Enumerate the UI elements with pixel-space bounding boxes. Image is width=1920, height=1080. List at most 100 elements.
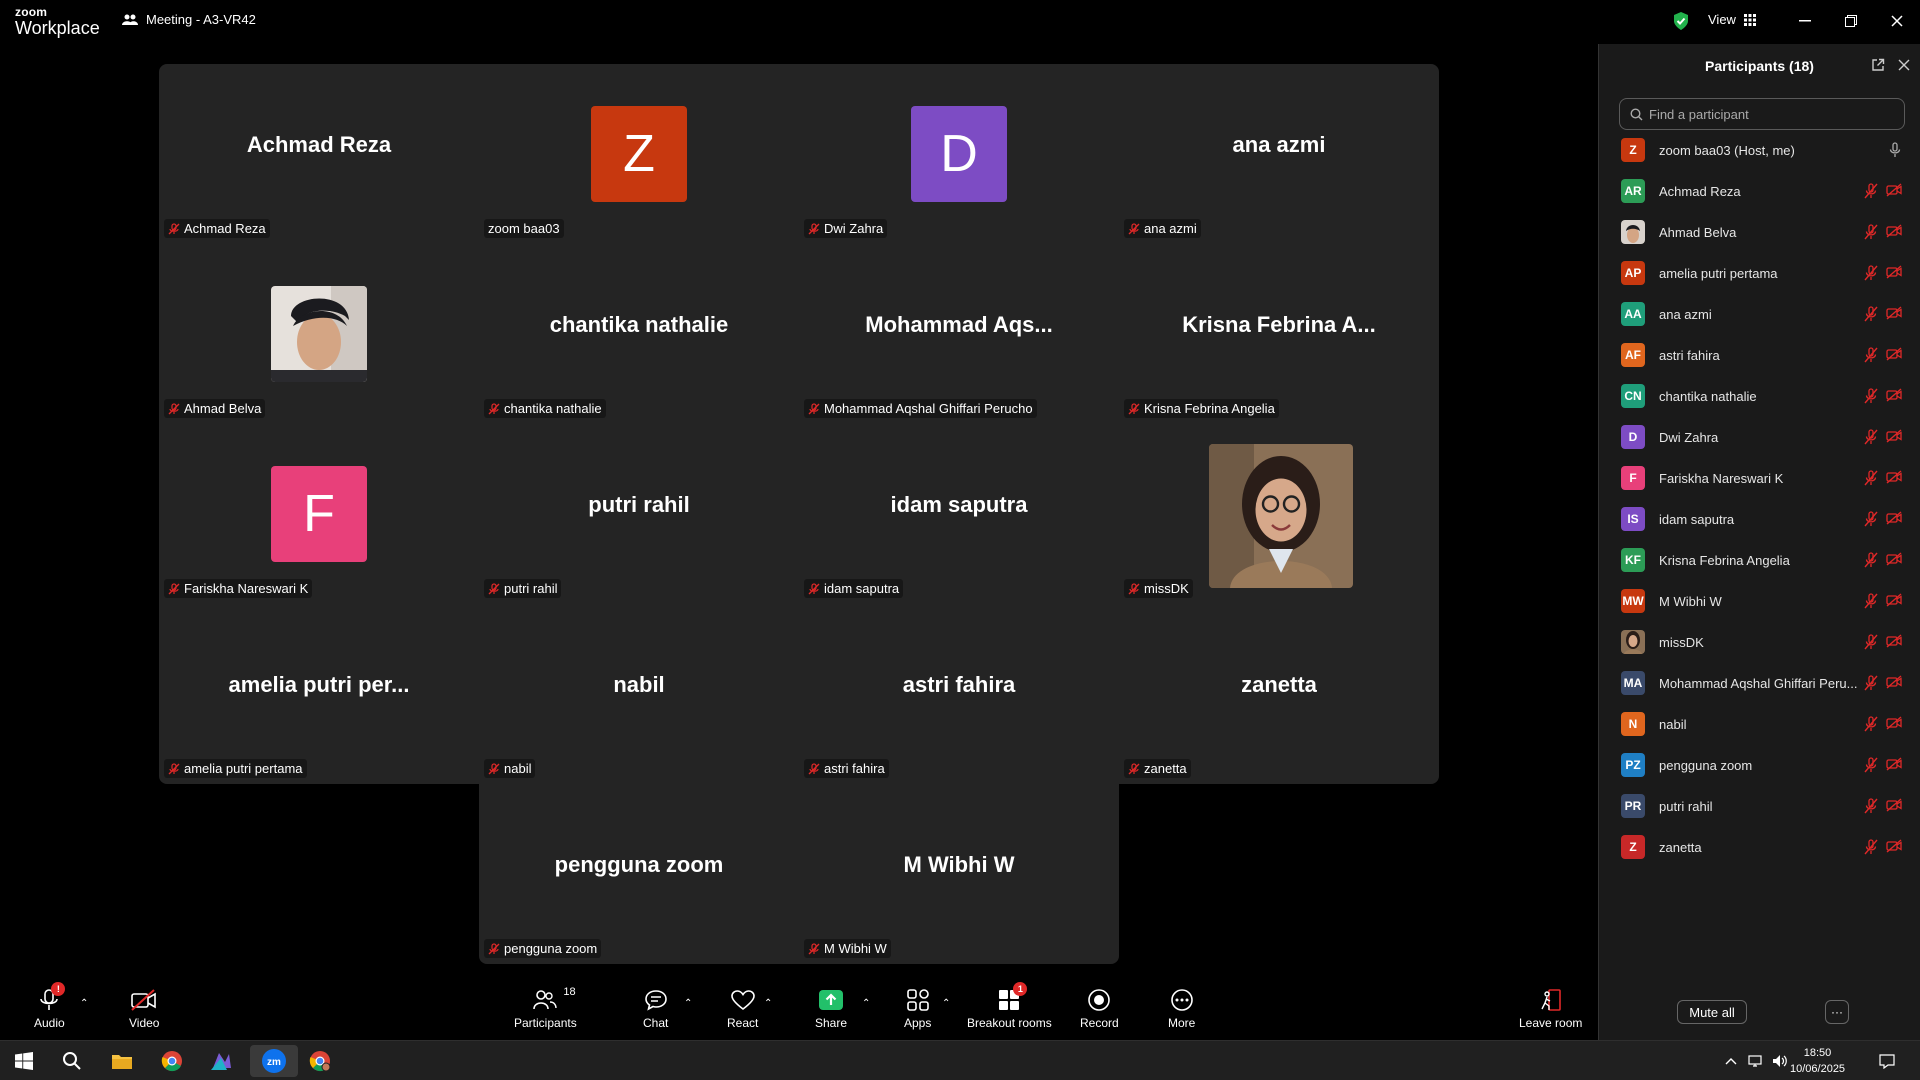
video-off-icon[interactable]: [1886, 224, 1902, 245]
video-tile[interactable]: putri rahil putri rahil: [479, 424, 799, 604]
chat-options-caret-icon[interactable]: ⌃: [684, 998, 692, 1009]
participant-row[interactable]: D Dwi Zahra: [1599, 417, 1920, 458]
participant-row[interactable]: F Fariskha Nareswari K: [1599, 458, 1920, 499]
participant-row[interactable]: missDK: [1599, 622, 1920, 663]
video-tile[interactable]: pengguna zoom pengguna zoom: [479, 784, 799, 964]
video-off-icon[interactable]: [1886, 347, 1902, 368]
muted-mic-icon[interactable]: [1864, 757, 1878, 778]
video-off-icon[interactable]: [1886, 183, 1902, 204]
video-tile[interactable]: Achmad Reza Achmad Reza: [159, 64, 479, 244]
muted-mic-icon[interactable]: [1864, 306, 1878, 327]
participant-row[interactable]: AF astri fahira: [1599, 335, 1920, 376]
zoom-taskbar-icon[interactable]: zm: [250, 1045, 298, 1077]
microphone-icon[interactable]: [1889, 142, 1901, 163]
search-participant-box[interactable]: [1619, 98, 1905, 130]
participant-row[interactable]: Ahmad Belva: [1599, 212, 1920, 253]
notifications-icon[interactable]: [1872, 1045, 1902, 1077]
video-tile[interactable]: M Wibhi W M Wibhi W: [799, 784, 1119, 964]
muted-mic-icon[interactable]: [1864, 839, 1878, 860]
network-icon[interactable]: [1744, 1045, 1768, 1077]
muted-mic-icon[interactable]: [1864, 470, 1878, 491]
video-tile[interactable]: D Dwi Zahra: [799, 64, 1119, 244]
m365-icon[interactable]: [201, 1045, 241, 1077]
muted-mic-icon[interactable]: [1864, 716, 1878, 737]
popout-icon[interactable]: [1871, 58, 1885, 77]
participant-row[interactable]: IS idam saputra: [1599, 499, 1920, 540]
react-button[interactable]: React: [727, 988, 758, 1030]
react-options-caret-icon[interactable]: ⌃: [764, 998, 772, 1009]
record-button[interactable]: Record: [1080, 988, 1119, 1030]
participant-row[interactable]: PR putri rahil: [1599, 786, 1920, 827]
participant-row[interactable]: KF Krisna Febrina Angelia: [1599, 540, 1920, 581]
video-tile[interactable]: F Fariskha Nareswari K: [159, 424, 479, 604]
chat-button[interactable]: Chat: [643, 988, 668, 1030]
video-off-icon[interactable]: [1886, 757, 1902, 778]
video-tile[interactable]: amelia putri per... amelia putri pertama: [159, 604, 479, 784]
close-panel-icon[interactable]: [1897, 58, 1911, 77]
video-tile[interactable]: astri fahira astri fahira: [799, 604, 1119, 784]
taskbar-clock[interactable]: 18:50 10/06/2025: [1790, 1045, 1845, 1077]
windows-start-icon[interactable]: [4, 1045, 44, 1077]
volume-icon[interactable]: [1768, 1045, 1792, 1077]
video-button[interactable]: Video: [129, 988, 159, 1030]
video-tile[interactable]: Ahmad Belva: [159, 244, 479, 424]
participant-row[interactable]: CN chantika nathalie: [1599, 376, 1920, 417]
video-tile[interactable]: zanetta zanetta: [1119, 604, 1439, 784]
video-tile[interactable]: Mohammad Aqs... Mohammad Aqshal Ghiffari …: [799, 244, 1119, 424]
mute-all-button[interactable]: Mute all: [1677, 1000, 1747, 1024]
video-tile[interactable]: Zzoom baa03: [479, 64, 799, 244]
muted-mic-icon[interactable]: [1864, 224, 1878, 245]
apps-button[interactable]: Apps: [904, 988, 931, 1030]
minimize-icon[interactable]: [1790, 8, 1820, 34]
video-off-icon[interactable]: [1886, 593, 1902, 614]
video-off-icon[interactable]: [1886, 716, 1902, 737]
muted-mic-icon[interactable]: [1864, 593, 1878, 614]
participant-row[interactable]: AP amelia putri pertama: [1599, 253, 1920, 294]
video-off-icon[interactable]: [1886, 470, 1902, 491]
muted-mic-icon[interactable]: [1864, 388, 1878, 409]
participant-row[interactable]: PZ pengguna zoom: [1599, 745, 1920, 786]
video-tile[interactable]: chantika nathalie chantika nathalie: [479, 244, 799, 424]
video-off-icon[interactable]: [1886, 429, 1902, 450]
audio-options-caret-icon[interactable]: ⌃: [80, 998, 88, 1009]
video-off-icon[interactable]: [1886, 634, 1902, 655]
participant-row[interactable]: Zzanetta: [1599, 827, 1920, 868]
taskbar-search-icon[interactable]: [52, 1045, 92, 1077]
muted-mic-icon[interactable]: [1864, 634, 1878, 655]
breakout-rooms-button[interactable]: 1 Breakout rooms: [967, 982, 1052, 1030]
video-off-icon[interactable]: [1886, 675, 1902, 696]
muted-mic-icon[interactable]: [1864, 552, 1878, 573]
chrome-profile-icon[interactable]: [300, 1045, 340, 1077]
apps-options-caret-icon[interactable]: ⌃: [942, 998, 950, 1009]
video-off-icon[interactable]: [1886, 552, 1902, 573]
video-tile[interactable]: nabil nabil: [479, 604, 799, 784]
share-button[interactable]: Share: [815, 988, 847, 1030]
video-off-icon[interactable]: [1886, 511, 1902, 532]
share-options-caret-icon[interactable]: ⌃: [862, 998, 870, 1009]
chrome-icon[interactable]: [152, 1045, 192, 1077]
restore-icon[interactable]: [1836, 8, 1866, 34]
muted-mic-icon[interactable]: [1864, 798, 1878, 819]
muted-mic-icon[interactable]: [1864, 675, 1878, 696]
video-tile[interactable]: ana azmi ana azmi: [1119, 64, 1439, 244]
muted-mic-icon[interactable]: [1864, 183, 1878, 204]
muted-mic-icon[interactable]: [1864, 347, 1878, 368]
participant-row[interactable]: MW M Wibhi W: [1599, 581, 1920, 622]
video-off-icon[interactable]: [1886, 388, 1902, 409]
file-explorer-icon[interactable]: [102, 1045, 142, 1077]
participant-row[interactable]: Nnabil: [1599, 704, 1920, 745]
meeting-info[interactable]: Meeting - A3-VR42: [122, 12, 256, 27]
participants-button[interactable]: 18 Participants: [514, 986, 577, 1030]
tray-chevron-icon[interactable]: [1720, 1045, 1742, 1077]
video-off-icon[interactable]: [1886, 839, 1902, 860]
security-shield-icon[interactable]: [1672, 11, 1690, 36]
muted-mic-icon[interactable]: [1864, 429, 1878, 450]
video-tile[interactable]: missDK: [1119, 424, 1439, 604]
participant-row[interactable]: AR Achmad Reza: [1599, 171, 1920, 212]
participant-row[interactable]: AA ana azmi: [1599, 294, 1920, 335]
search-participant-input[interactable]: [1649, 106, 1889, 122]
video-off-icon[interactable]: [1886, 798, 1902, 819]
view-button[interactable]: View: [1708, 12, 1756, 27]
muted-mic-icon[interactable]: [1864, 511, 1878, 532]
participant-row[interactable]: Zzoom baa03 (Host, me): [1599, 130, 1920, 171]
